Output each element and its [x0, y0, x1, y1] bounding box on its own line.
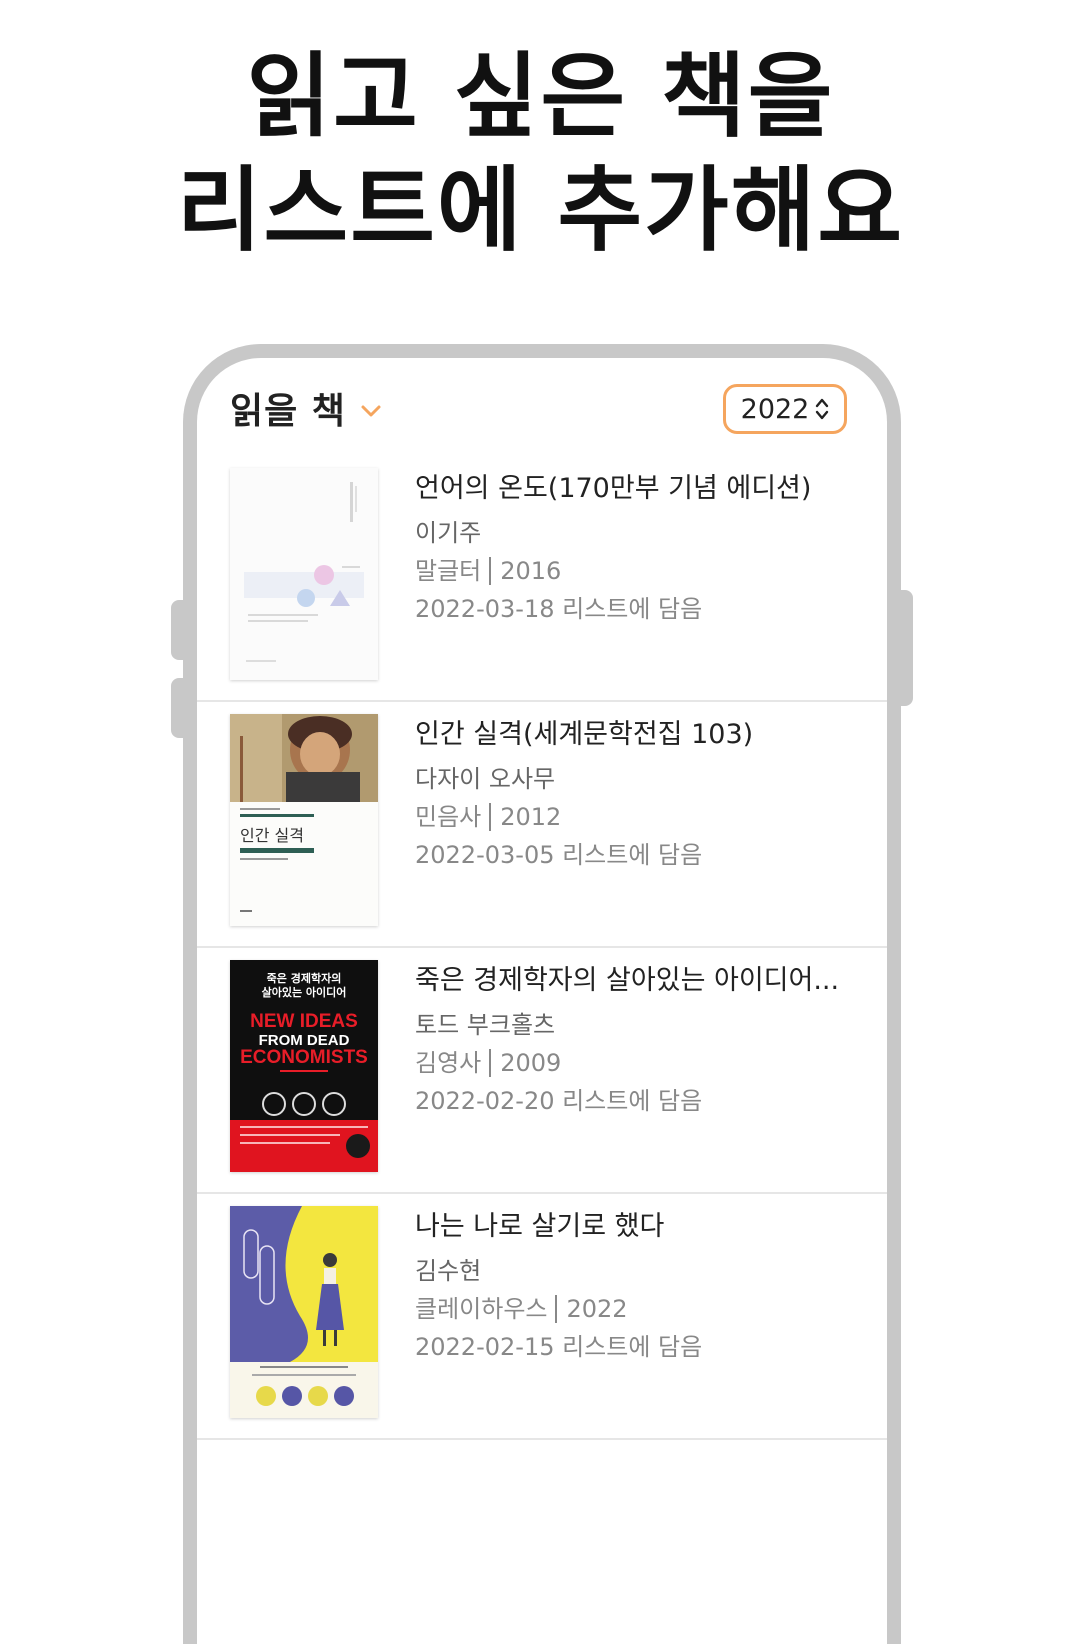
book-title: 나는 나로 살기로 했다 — [415, 1211, 665, 1242]
book-author: 이기주 — [415, 519, 482, 547]
book-added-date: 2022-02-20 리스트에 담음 — [415, 1087, 703, 1115]
book-year: 2012 — [500, 803, 562, 831]
book-publisher: 김영사 — [415, 1049, 482, 1077]
book-cover-image — [230, 1206, 378, 1418]
book-title: 언어의 온도(170만부 기념 에디션) — [415, 473, 812, 504]
book-added-date: 2022-02-15 리스트에 담음 — [415, 1333, 703, 1361]
book-list-item[interactable]: 나는 나로 살기로 했다 김수현 클레이하우스 2022 2022-02-15 … — [197, 1194, 887, 1440]
divider — [555, 1295, 558, 1323]
book-info: 언어의 온도(170만부 기념 에디션) 이기주 말글터 2016 2022-0… — [415, 472, 855, 624]
divider — [489, 557, 492, 585]
headline: 읽고 싶은 책을 리스트에 추가해요 — [0, 40, 1081, 268]
book-cover-image: 죽은 경제학자의 살아있는 아이디어 NEW IDEAS FROM DEAD E… — [230, 960, 378, 1172]
book-title: 인간 실격(세계문학전집 103) — [415, 719, 754, 750]
book-info: 나는 나로 살기로 했다 김수현 클레이하우스 2022 2022-02-15 … — [415, 1210, 855, 1362]
book-added-date: 2022-03-18 리스트에 담음 — [415, 595, 703, 623]
list-title: 읽을 책 — [230, 391, 346, 432]
book-author: 토드 부크홀츠 — [415, 1011, 556, 1039]
book-title: 죽은 경제학자의 살아있는 아이디어... — [415, 965, 840, 996]
divider — [489, 1049, 492, 1077]
book-list-item[interactable]: 인간 실격 인간 실격(세계문학전집 103) 다자이 오사무 민음사 2012… — [197, 702, 887, 948]
book-list-item[interactable]: 언어의 온도(170만부 기념 에디션) 이기주 말글터 2016 2022-0… — [197, 456, 887, 702]
book-publisher: 클레이하우스 — [415, 1295, 548, 1323]
book-year: 2016 — [500, 557, 562, 585]
list-header: 읽을 책 2022 — [197, 358, 887, 458]
book-publisher-line: 클레이하우스 2022 — [415, 1294, 855, 1324]
book-publisher-line: 김영사 2009 — [415, 1048, 855, 1078]
book-year: 2009 — [500, 1049, 562, 1077]
divider — [489, 803, 492, 831]
headline-line-1: 읽고 싶은 책을 — [246, 43, 835, 150]
year-value: 2022 — [740, 393, 810, 425]
book-info: 죽은 경제학자의 살아있는 아이디어... 토드 부크홀츠 김영사 2009 2… — [415, 964, 855, 1116]
book-added-date: 2022-03-05 리스트에 담음 — [415, 841, 703, 869]
book-cover-image — [230, 468, 378, 680]
book-author: 다자이 오사무 — [415, 765, 556, 793]
book-author: 김수현 — [415, 1257, 482, 1285]
chevron-down-icon — [361, 405, 381, 417]
cover-title: 인간 실격 — [240, 826, 304, 845]
phone-screen: 읽을 책 2022 언어의 온도(170만부 기념 에디션) 이기주 말글터 2… — [197, 358, 887, 1568]
list-selector[interactable]: 읽을 책 — [230, 382, 382, 434]
year-select[interactable]: 2022 — [723, 384, 847, 434]
book-publisher: 말글터 — [415, 557, 482, 585]
book-info: 인간 실격(세계문학전집 103) 다자이 오사무 민음사 2012 2022-… — [415, 718, 855, 870]
headline-line-2: 리스트에 추가해요 — [176, 157, 905, 264]
book-publisher-line: 말글터 2016 — [415, 556, 855, 586]
book-publisher: 민음사 — [415, 803, 482, 831]
up-down-arrows-icon — [816, 398, 829, 420]
book-year: 2022 — [566, 1295, 628, 1323]
book-publisher-line: 민음사 2012 — [415, 802, 855, 832]
book-list-item[interactable]: 죽은 경제학자의 살아있는 아이디어 NEW IDEAS FROM DEAD E… — [197, 948, 887, 1194]
book-cover-image: 인간 실격 — [230, 714, 378, 926]
